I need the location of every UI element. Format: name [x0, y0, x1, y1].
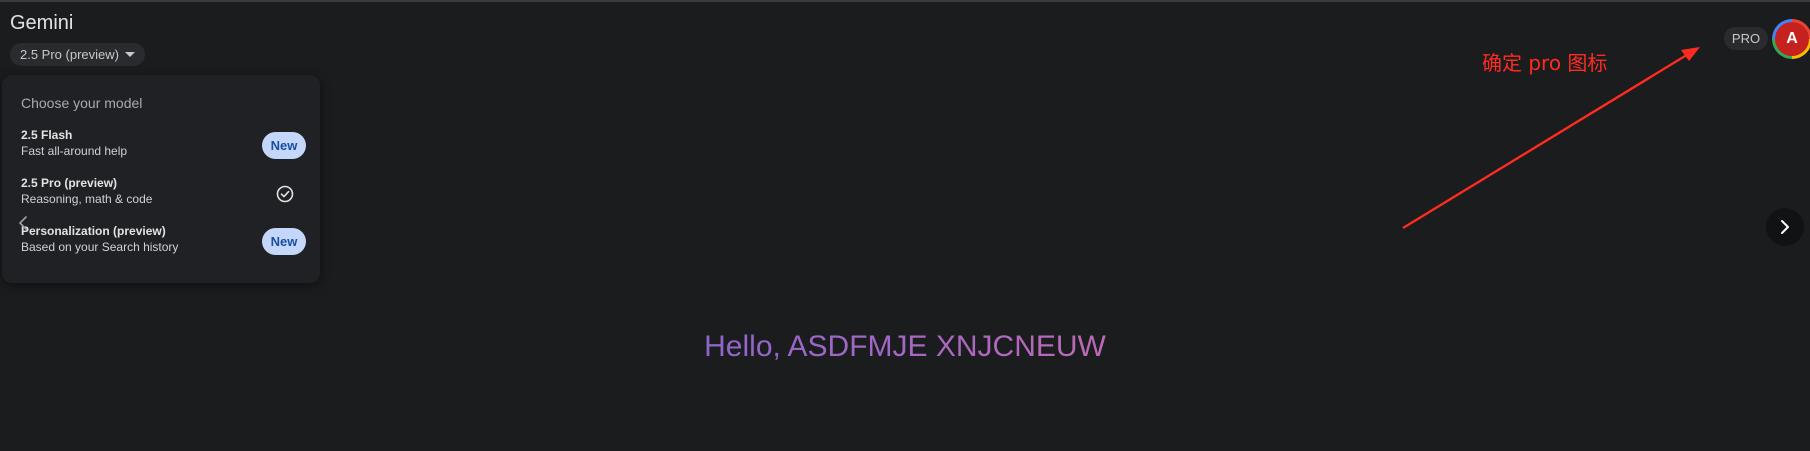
next-button[interactable]	[1766, 208, 1804, 246]
greeting-text: Hello, ASDFMJE XNJCNEUW	[704, 330, 1106, 363]
annotation-arrow-icon	[1402, 47, 1700, 230]
greeting-container: Hello, ASDFMJE XNJCNEUW	[0, 330, 1810, 364]
chevron-right-icon	[1781, 220, 1789, 234]
